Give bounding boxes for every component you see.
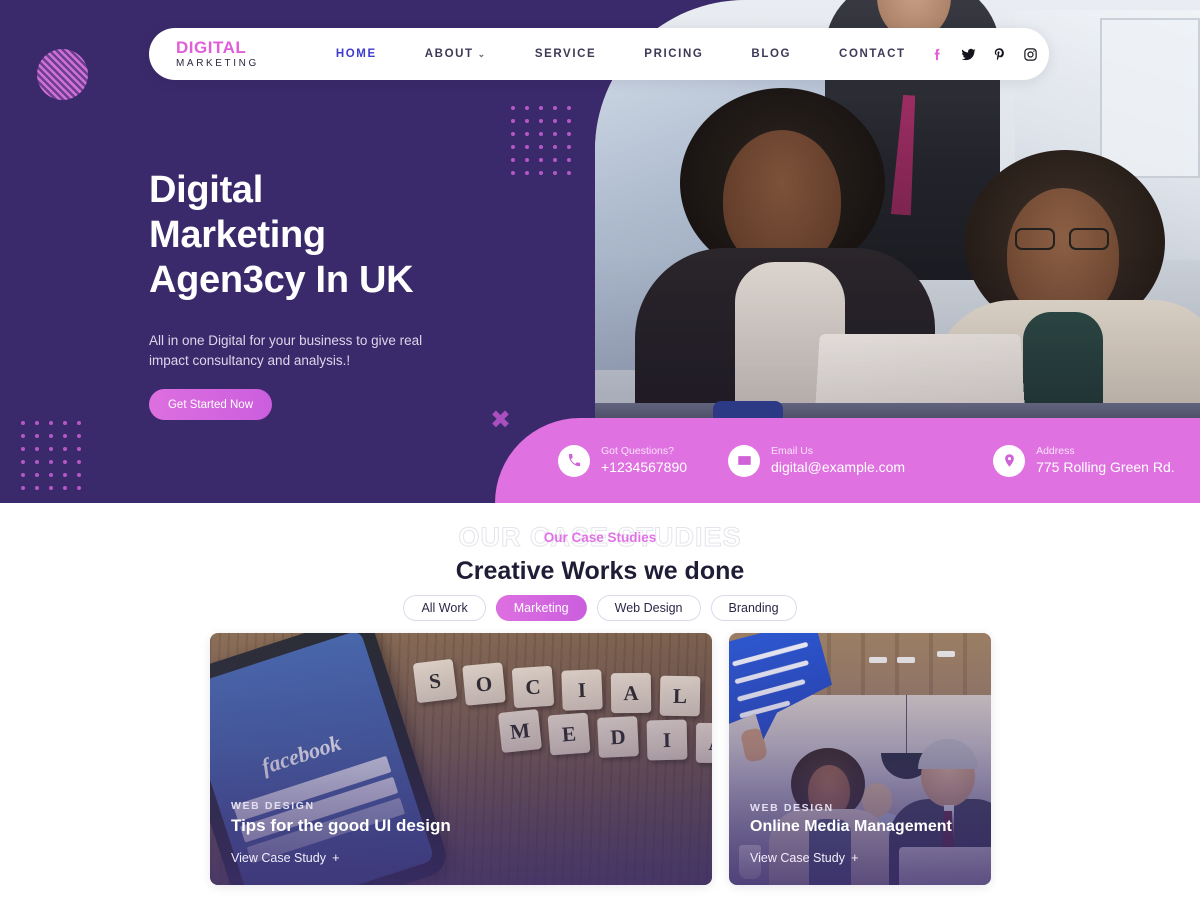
view-case-study-link[interactable]: View Case Study +: [750, 850, 975, 865]
section-title: Creative Works we done: [455, 557, 745, 585]
nav-links: HOME ABOUT ⌄ SERVICE PRICING BLOG CONTACT: [312, 48, 930, 60]
nav-item-label: CONTACT: [839, 48, 906, 60]
logo-primary: DIGITAL: [176, 37, 247, 57]
contact-label: Address: [1036, 445, 1075, 457]
social-links: [930, 47, 1038, 62]
instagram-icon[interactable]: [1023, 47, 1038, 62]
hero-title-line-1: Digital: [149, 169, 264, 211]
navbar: DIGITAL MARKETING HOME ABOUT ⌄ SERVICE PRICI…: [149, 28, 1049, 80]
nav-item-about[interactable]: ABOUT ⌄: [401, 48, 511, 60]
nav-item-pricing[interactable]: PRICING: [620, 48, 727, 60]
mail-icon: [728, 444, 761, 477]
logo[interactable]: DIGITAL MARKETING: [176, 38, 259, 71]
nav-item-contact[interactable]: CONTACT: [815, 48, 930, 60]
facebook-icon[interactable]: [930, 47, 945, 62]
contact-bar: Got Questions? +1234567890 Email Us digi…: [495, 418, 1200, 503]
contact-item-email[interactable]: Email Us digital@example.com: [728, 444, 905, 477]
card-category: WEB DESIGN: [750, 802, 834, 814]
view-case-study-label: View Case Study: [231, 851, 326, 865]
nav-item-label: BLOG: [751, 48, 792, 60]
plus-icon: +: [850, 850, 859, 865]
filter-pill-all-work[interactable]: All Work: [403, 595, 486, 621]
nav-item-service[interactable]: SERVICE: [511, 48, 620, 60]
nav-item-home[interactable]: HOME: [312, 48, 401, 60]
contact-value: digital@example.com: [771, 459, 906, 475]
chevron-down-icon: ⌄: [477, 49, 487, 59]
contact-item-address[interactable]: Address 775 Rolling Green Rd.: [993, 444, 1175, 477]
section-eyebrow: OUR CASE STUDIES Our Case Studies: [0, 522, 1200, 556]
logo-secondary: MARKETING: [176, 57, 259, 69]
nav-item-label: PRICING: [644, 48, 704, 60]
case-study-card[interactable]: WEB DESIGN Online Media Management View …: [729, 633, 991, 885]
hero-section: ✖ Digital Marketing Agen3cy In UK All in…: [0, 0, 1200, 503]
case-studies-section: OUR CASE STUDIES Our Case Studies Creati…: [0, 503, 1200, 900]
contact-value: +1234567890: [601, 459, 688, 475]
card-title: Tips for the good UI design: [231, 816, 451, 835]
contact-value: 775 Rolling Green Rd.: [1036, 459, 1175, 475]
get-started-button[interactable]: Get Started Now: [149, 389, 272, 420]
contact-item-phone[interactable]: Got Questions? +1234567890: [558, 444, 687, 477]
case-study-card[interactable]: facebook SOCIALMEDIA WEB DESIGN Tips for…: [210, 633, 712, 885]
nav-item-label: HOME: [335, 48, 377, 60]
card-category: WEB DESIGN: [231, 800, 315, 812]
contact-label: Email Us: [771, 445, 814, 457]
nav-item-blog[interactable]: BLOG: [727, 48, 815, 60]
filter-pills: All Work Marketing Web Design Branding: [0, 595, 1200, 621]
phone-icon: [558, 444, 590, 477]
hero-title: Digital Marketing Agen3cy In UK: [149, 168, 579, 303]
view-case-study-label: View Case Study: [750, 851, 845, 865]
card-title: Online Media Management: [750, 818, 952, 835]
filter-pill-web-design[interactable]: Web Design: [596, 595, 701, 621]
section-eyebrow-label: Our Case Studies: [543, 530, 657, 545]
pinterest-icon[interactable]: [992, 47, 1007, 62]
filter-pill-branding[interactable]: Branding: [710, 595, 797, 621]
twitter-icon[interactable]: [961, 47, 976, 62]
landing-page: ✖ Digital Marketing Agen3cy In UK All in…: [0, 0, 1200, 900]
hero-subtitle: All in one Digital for your business to …: [149, 333, 423, 368]
filter-pill-marketing[interactable]: Marketing: [495, 595, 587, 621]
hero-title-line-2: Marketing: [149, 214, 326, 256]
plus-icon: +: [331, 850, 340, 865]
nav-item-label: SERVICE: [534, 48, 597, 60]
hero-title-line-3: Agen3cy In UK: [149, 259, 414, 301]
nav-item-label: ABOUT: [424, 48, 474, 60]
view-case-study-link[interactable]: View Case Study +: [231, 850, 696, 865]
location-pin-icon: [993, 444, 1026, 477]
contact-label: Got Questions?: [601, 445, 674, 457]
